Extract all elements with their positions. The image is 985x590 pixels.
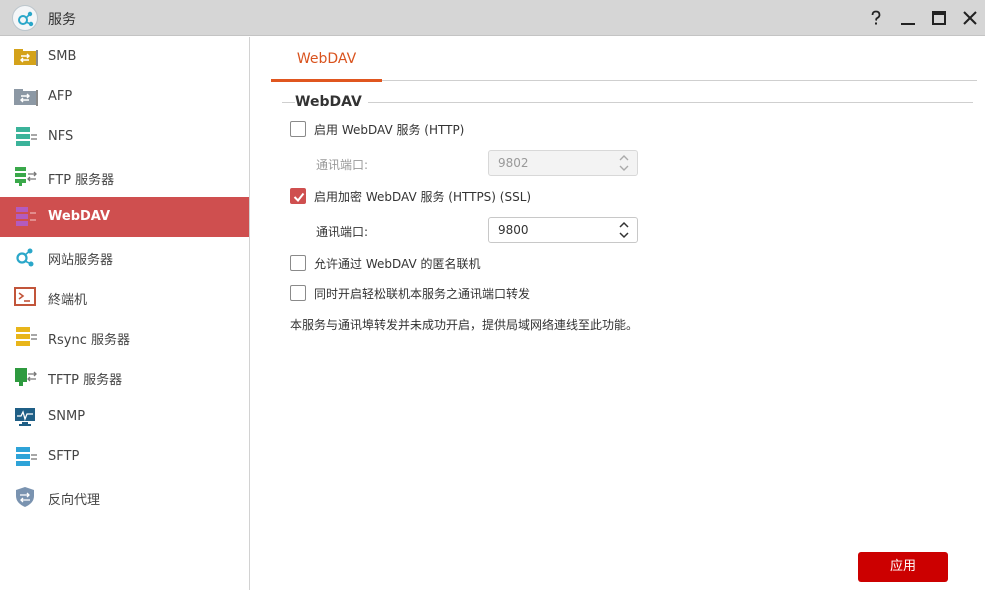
sidebar-item-label: 网站服务器: [48, 253, 114, 268]
sidebar-item-terminal[interactable]: 終端机: [0, 277, 249, 317]
services-app-icon: [12, 5, 38, 31]
sidebar-item-label: SNMP: [48, 409, 86, 424]
checkbox-box[interactable]: [290, 188, 306, 204]
spinner-arrows-icon[interactable]: [617, 153, 631, 173]
sidebar-item-sftp[interactable]: SFTP: [0, 437, 249, 477]
sidebar-item-webdav[interactable]: WebDAV: [0, 197, 249, 237]
active-tab-indicator: [271, 79, 382, 82]
close-icon[interactable]: [958, 6, 982, 30]
tab-webdav[interactable]: WebDAV: [271, 37, 382, 82]
sidebar-item-nfs[interactable]: NFS: [0, 117, 249, 157]
sidebar-item-label: TFTP 服务器: [48, 373, 123, 388]
services-window: 服务 SMB AFP NFS FTP 服务器 WebDAV 网站服务器 終端机 …: [0, 0, 985, 590]
sidebar-item-rsync[interactable]: Rsync 服务器: [0, 317, 249, 357]
https-port-stepper[interactable]: 9800: [488, 217, 638, 243]
checkbox-label: 启用加密 WebDAV 服务 (HTTPS) (SSL): [314, 190, 532, 204]
checkbox-label: 启用 WebDAV 服务 (HTTP): [314, 123, 465, 137]
tftp-server-icon: [14, 367, 38, 387]
sidebar-item-ftp[interactable]: FTP 服务器: [0, 157, 249, 197]
title-bar: 服务: [0, 0, 985, 36]
status-note: 本服务与通讯埠转发并未成功开启，提供局域网络連线至此功能。: [290, 318, 639, 332]
section-title: WebDAV: [295, 94, 368, 110]
sidebar-item-label: Rsync 服务器: [48, 333, 131, 348]
sidebar-item-label: WebDAV: [48, 209, 111, 224]
sidebar-item-label: 終端机: [48, 293, 88, 308]
tab-label: WebDAV: [296, 51, 357, 67]
sidebar-item-label: AFP: [48, 89, 73, 104]
sidebar-item-label: 反向代理: [48, 493, 101, 508]
services-sidebar: SMB AFP NFS FTP 服务器 WebDAV 网站服务器 終端机 Rsy…: [0, 37, 250, 590]
maximize-icon[interactable]: [927, 6, 951, 30]
webdav-icon: [14, 207, 38, 227]
sidebar-item-tftp[interactable]: TFTP 服务器: [0, 357, 249, 397]
sidebar-item-label: SMB: [48, 49, 77, 64]
help-icon[interactable]: [864, 6, 888, 30]
minimize-icon[interactable]: [896, 6, 920, 30]
https-port-label: 通讯端口:: [316, 225, 369, 239]
sftp-server-icon: [14, 447, 38, 467]
checkbox-box[interactable]: [290, 121, 306, 137]
checkbox-box[interactable]: [290, 255, 306, 271]
terminal-icon: [14, 287, 38, 307]
apply-button[interactable]: 应用: [858, 552, 948, 582]
checkbox-label: 同时开启轻松联机本服务之通讯端口转发: [314, 287, 531, 301]
smb-folder-icon: [14, 47, 38, 67]
tab-bar: WebDAV: [271, 37, 977, 82]
sidebar-item-label: NFS: [48, 129, 74, 144]
web-server-icon: [14, 247, 38, 267]
section-divider: [282, 102, 973, 103]
reverse-proxy-shield-icon: [14, 487, 38, 507]
http-port-stepper[interactable]: 9802: [488, 150, 638, 176]
sidebar-item-label: SFTP: [48, 449, 80, 464]
sidebar-item-label: FTP 服务器: [48, 173, 115, 188]
nfs-server-icon: [14, 127, 38, 147]
checkbox-label: 允许通过 WebDAV 的匿名联机: [314, 257, 481, 271]
sidebar-item-afp[interactable]: AFP: [0, 77, 249, 117]
window-title: 服务: [48, 12, 76, 28]
ftp-server-icon: [14, 167, 38, 187]
afp-folder-icon: [14, 87, 38, 107]
sidebar-item-snmp[interactable]: SNMP: [0, 397, 249, 437]
rsync-server-icon: [14, 327, 38, 347]
checkbox-box[interactable]: [290, 285, 306, 301]
spinner-arrows-icon[interactable]: [617, 220, 631, 240]
sidebar-item-smb[interactable]: SMB: [0, 37, 249, 77]
http-port-value: 9802: [498, 156, 529, 170]
http-port-label: 通讯端口:: [316, 158, 369, 172]
sidebar-item-reverse-proxy[interactable]: 反向代理: [0, 477, 249, 517]
sidebar-item-web-server[interactable]: 网站服务器: [0, 237, 249, 277]
https-port-value: 9800: [498, 223, 529, 237]
snmp-monitor-icon: [14, 407, 38, 427]
